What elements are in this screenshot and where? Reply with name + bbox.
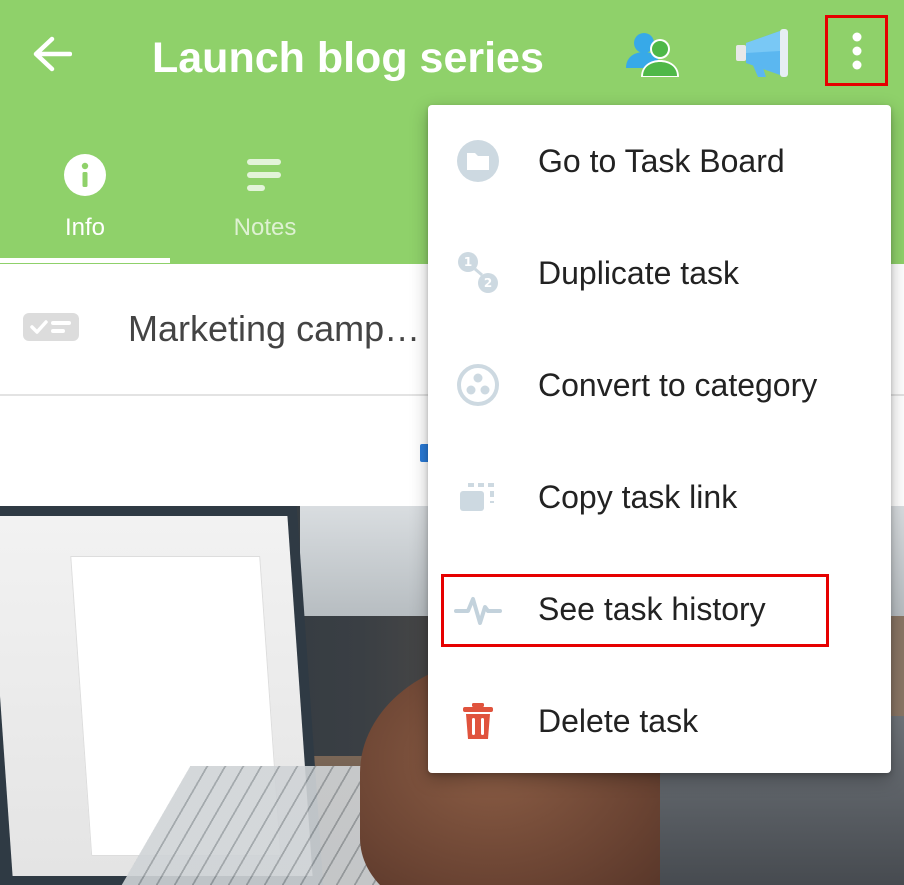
menu-item-convert-to-category[interactable]: Convert to category — [428, 329, 891, 441]
tab-notes-label: Notes — [233, 214, 297, 241]
more-vert-icon — [852, 32, 861, 69]
duplicate-icon: 1 2 — [458, 252, 498, 293]
menu-item-label: Delete task — [538, 703, 699, 739]
category-name: Marketing camp… — [128, 308, 421, 349]
task-title: Launch blog series — [152, 34, 544, 82]
people-icon — [626, 33, 679, 77]
menu-item-label: Copy task link — [538, 479, 738, 515]
task-detail-screen: Launch blog series Info Notes Marketing … — [0, 0, 904, 885]
notes-icon — [247, 159, 281, 191]
tab-notes[interactable]: Notes — [180, 140, 350, 264]
link-copy-icon — [460, 483, 494, 511]
menu-item-label: Duplicate task — [538, 255, 739, 291]
assignees-button[interactable] — [622, 26, 682, 82]
back-arrow-icon — [33, 36, 72, 72]
trash-icon — [463, 703, 493, 739]
more-options-button[interactable] — [825, 15, 888, 86]
category-icon — [23, 313, 79, 341]
megaphone-icon — [736, 29, 788, 77]
menu-item-delete-task[interactable]: Delete task — [428, 665, 891, 777]
history-pulse-icon — [454, 597, 502, 625]
svg-text:2: 2 — [484, 276, 492, 290]
menu-item-label: Convert to category — [538, 367, 818, 403]
menu-item-see-task-history[interactable]: See task history — [428, 553, 891, 665]
menu-item-go-to-task-board[interactable]: Go to Task Board — [428, 105, 891, 217]
active-tab-indicator — [0, 258, 170, 263]
svg-text:1: 1 — [464, 255, 472, 269]
folder-icon — [457, 140, 499, 182]
tab-info-label: Info — [64, 214, 106, 241]
back-button[interactable] — [28, 30, 76, 78]
announce-button[interactable] — [732, 24, 796, 82]
menu-item-duplicate-task[interactable]: 1 2 Duplicate task — [428, 217, 891, 329]
menu-item-copy-task-link[interactable]: Copy task link — [428, 441, 891, 553]
info-icon — [64, 154, 106, 196]
overflow-menu: Go to Task Board 1 2 Duplicate task Conv… — [428, 105, 891, 773]
tab-info[interactable]: Info — [0, 140, 170, 264]
menu-item-label: See task history — [538, 591, 766, 627]
menu-item-label: Go to Task Board — [538, 143, 785, 179]
category-convert-icon — [457, 364, 499, 406]
